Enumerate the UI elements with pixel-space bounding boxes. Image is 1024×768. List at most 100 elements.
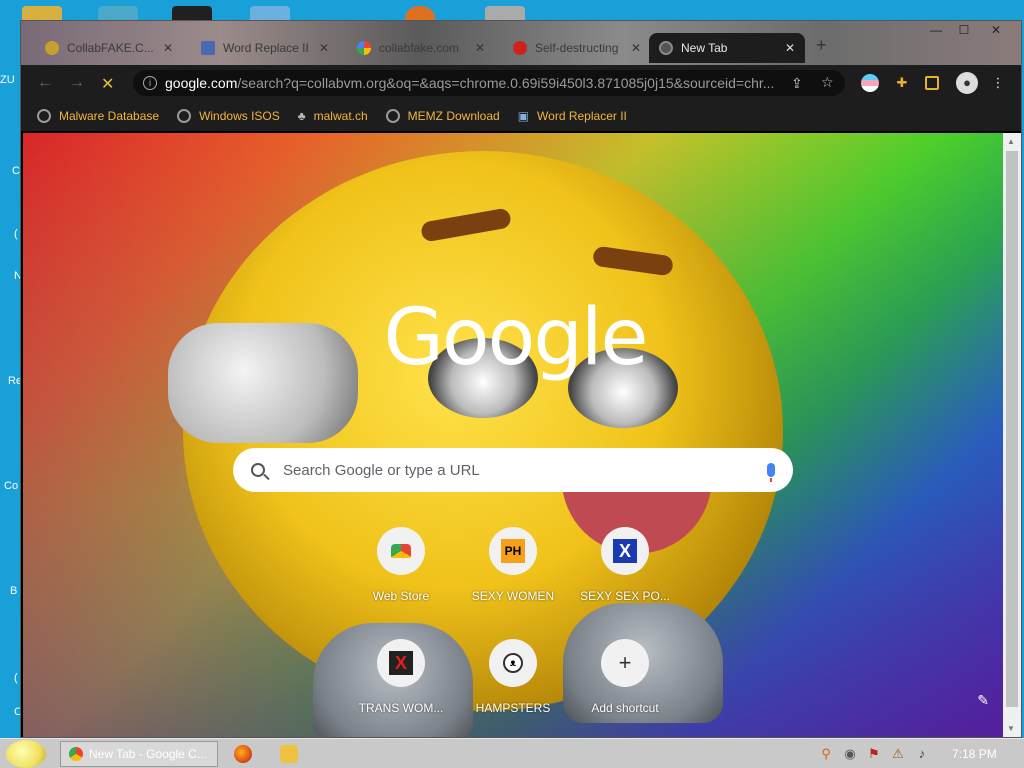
scrollbar[interactable]: ▲ ▼: [1003, 133, 1021, 737]
close-icon[interactable]: ✕: [163, 41, 173, 55]
shortcut-tile: ᴥ: [489, 639, 537, 687]
search-icon: [251, 463, 265, 477]
tab-word-replace[interactable]: Word Replace II ✕: [191, 33, 339, 63]
back-button[interactable]: ←: [37, 74, 53, 92]
shortcut-trans-wom[interactable]: X TRANS WOM...: [345, 639, 457, 715]
tab-self-destructing[interactable]: Self-destructing ✕: [503, 33, 651, 63]
microphone-icon[interactable]: [767, 463, 775, 482]
scroll-thumb[interactable]: [1006, 151, 1018, 707]
scroll-down-icon[interactable]: ▼: [1007, 724, 1015, 733]
tab-label: Self-destructing: [535, 41, 619, 55]
google-logo: Google: [383, 293, 648, 383]
network-tray-icon[interactable]: ◉: [842, 746, 858, 762]
minimize-button[interactable]: —: [921, 23, 951, 37]
shortcut-web-store[interactable]: Web Store: [345, 527, 457, 603]
bookmark-windows-isos[interactable]: Windows ISOS: [177, 109, 280, 123]
smiley-glove: [168, 323, 358, 443]
tab-label: CollabFAKE.C...: [67, 41, 154, 55]
shortcut-sexy-sex-po[interactable]: X SEXY SEX PO...: [569, 527, 681, 603]
malwatch-icon: ♣: [297, 109, 306, 123]
alert-tray-icon[interactable]: ⚠: [890, 746, 906, 762]
search-tray-icon[interactable]: ⚲: [818, 746, 834, 762]
url-path: /search?q=collabvm.org&oq=&aqs=chrome.0.…: [237, 75, 775, 91]
bookmark-label: malwat.ch: [313, 109, 368, 123]
taskbar-item-chrome[interactable]: New Tab - Google C...: [60, 741, 218, 767]
firefox-icon[interactable]: [234, 745, 252, 763]
volume-tray-icon[interactable]: ♪: [914, 746, 930, 762]
shortcut-label: Web Store: [372, 589, 430, 603]
security-tray-icon[interactable]: ⚑: [866, 746, 882, 762]
menu-icon[interactable]: ⋮: [989, 74, 1007, 92]
bookmark-label: MEMZ Download: [407, 109, 500, 123]
shortcut-label: TRANS WOM...: [358, 701, 444, 715]
bookmark-memz-download[interactable]: MEMZ Download: [385, 109, 500, 123]
tab-collabfake[interactable]: CollabFAKE.C... ✕: [35, 33, 183, 63]
bookmarks-bar: Malware Database Windows ISOS ♣ malwat.c…: [21, 101, 1021, 131]
globe-icon: [37, 109, 51, 123]
tab-collabfake-com[interactable]: collabfake.com ✕: [347, 33, 495, 63]
title-bar[interactable]: CollabFAKE.C... ✕ Word Replace II ✕ coll…: [21, 21, 1021, 65]
x-blue-icon: X: [613, 539, 637, 563]
start-button[interactable]: [6, 740, 46, 768]
profile-icon[interactable]: ●: [956, 72, 978, 94]
close-icon[interactable]: ✕: [319, 41, 329, 55]
bookmark-label: Word Replacer II: [537, 109, 627, 123]
shortcut-tile: X: [601, 527, 649, 575]
address-bar[interactable]: i google.com /search?q=collabvm.org&oq=&…: [133, 70, 845, 96]
word-replacer-icon: [201, 41, 215, 55]
bookmark-label: Malware Database: [59, 109, 160, 123]
clock: 7:18 PM: [952, 747, 997, 761]
bookmark-word-replacer[interactable]: ▣ Word Replacer II: [518, 109, 627, 123]
folder-icon[interactable]: [280, 745, 298, 763]
close-icon[interactable]: ✕: [475, 41, 485, 55]
x-red-icon: X: [389, 651, 413, 675]
tab-label: New Tab: [681, 41, 728, 55]
new-tab-button[interactable]: +: [816, 35, 827, 56]
tab-new-tab[interactable]: New Tab ✕: [649, 33, 805, 63]
extension-flag-icon[interactable]: [861, 74, 879, 92]
url-domain: google.com: [165, 75, 238, 91]
shortcut-sexy-women[interactable]: PH SEXY WOMEN: [457, 527, 569, 603]
bookmark-malwatch[interactable]: ♣ malwat.ch: [298, 109, 368, 123]
sidepanel-icon[interactable]: [925, 76, 939, 90]
chrome-icon: [659, 41, 673, 55]
hamster-icon: ᴥ: [503, 653, 523, 673]
shortcut-add[interactable]: + Add shortcut: [569, 639, 681, 715]
google-icon: [357, 41, 371, 55]
web-store-icon: [391, 544, 411, 558]
close-window-button[interactable]: ✕: [981, 23, 1011, 37]
shortcut-tile: PH: [489, 527, 537, 575]
tab-label: Word Replace II: [223, 41, 309, 55]
close-icon[interactable]: ✕: [785, 41, 795, 55]
taskbar: New Tab - Google C... ⚲ ◉ ⚑ ⚠ ♪ 7:18 PM: [0, 738, 1024, 768]
shortcut-label: SEXY SEX PO...: [580, 589, 670, 603]
chrome-icon: [69, 747, 83, 761]
maximize-button[interactable]: ☐: [949, 23, 979, 37]
word-replacer-icon: ▣: [517, 109, 530, 123]
puzzle-icon[interactable]: ✚: [893, 74, 911, 92]
stop-button[interactable]: ✕: [101, 74, 114, 94]
scroll-up-icon[interactable]: ▲: [1007, 137, 1015, 146]
bookmark-label: Windows ISOS: [199, 109, 280, 123]
collabfake-icon: [45, 41, 59, 55]
shortcut-label: Add shortcut: [591, 701, 659, 715]
taskbar-item-label: New Tab - Google C...: [89, 747, 207, 761]
globe-icon: [177, 109, 192, 123]
bookmark-malware-database[interactable]: Malware Database: [37, 109, 159, 123]
search-box[interactable]: Search Google or type a URL: [233, 448, 793, 492]
shortcut-hampsters[interactable]: ᴥ HAMPSTERS: [457, 639, 569, 715]
shortcut-tile: X: [377, 639, 425, 687]
opera-icon: [513, 41, 527, 55]
shortcut-tile: +: [601, 639, 649, 687]
close-icon[interactable]: ✕: [631, 41, 641, 55]
share-icon[interactable]: ⇪: [791, 75, 803, 92]
info-icon[interactable]: i: [143, 76, 157, 90]
star-icon[interactable]: ☆: [821, 74, 834, 91]
customize-pencil-icon[interactable]: ✎: [977, 692, 989, 709]
tab-label: collabfake.com: [379, 41, 460, 55]
shortcut-label: SEXY WOMEN: [471, 589, 555, 603]
ph-icon: PH: [501, 539, 525, 563]
browser-window: CollabFAKE.C... ✕ Word Replace II ✕ coll…: [20, 20, 1022, 738]
search-input[interactable]: Search Google or type a URL: [283, 462, 767, 479]
forward-button[interactable]: →: [69, 74, 85, 92]
